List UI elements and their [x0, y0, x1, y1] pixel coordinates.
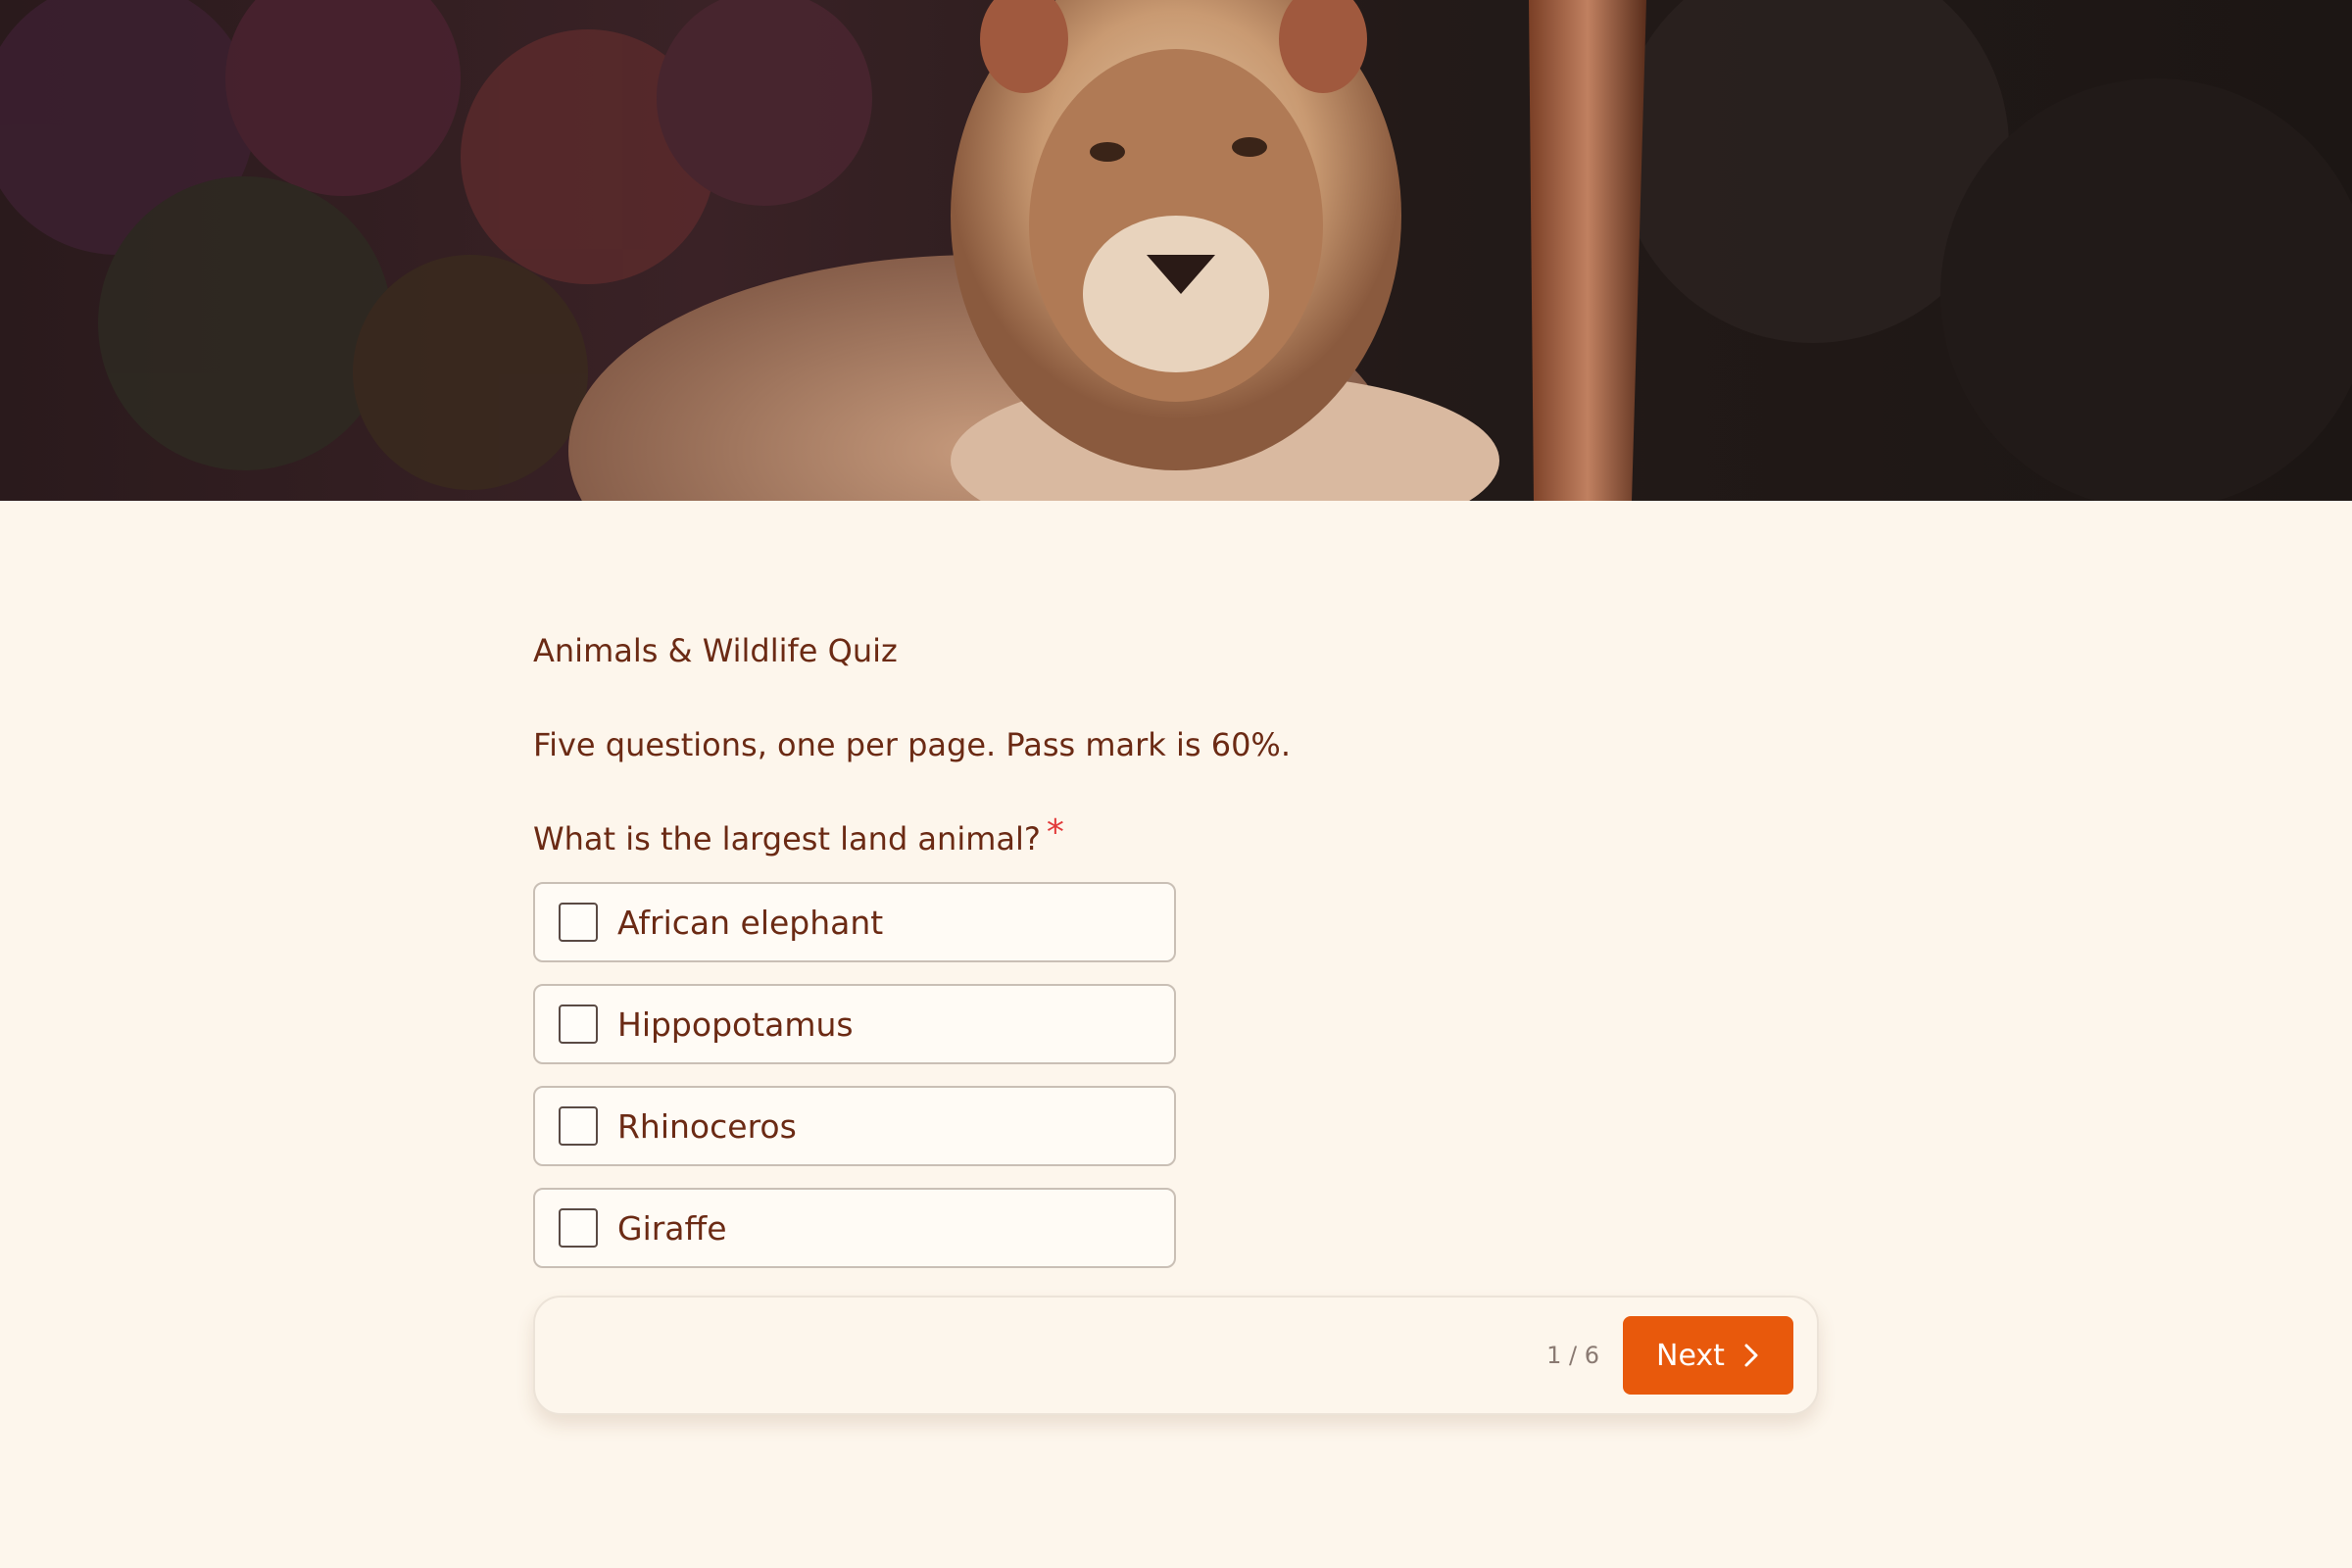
- option-label: Hippopotamus: [617, 1004, 854, 1044]
- option-rhinoceros[interactable]: Rhinoceros: [533, 1086, 1176, 1166]
- hero-banner: [0, 0, 2352, 501]
- next-button-label: Next: [1656, 1338, 1725, 1373]
- checkbox[interactable]: [559, 1208, 598, 1248]
- option-label: Giraffe: [617, 1208, 727, 1248]
- form-description: Five questions, one per page. Pass mark …: [533, 726, 1291, 763]
- page-counter: 1 / 6: [1546, 1342, 1599, 1369]
- checkbox[interactable]: [559, 1004, 598, 1044]
- answer-options: African elephant Hippopotamus Rhinoceros…: [533, 882, 1176, 1268]
- option-label: Rhinoceros: [617, 1106, 797, 1146]
- checkbox[interactable]: [559, 903, 598, 942]
- checkbox[interactable]: [559, 1106, 598, 1146]
- next-button[interactable]: Next: [1623, 1316, 1793, 1395]
- option-label: African elephant: [617, 903, 884, 942]
- option-african-elephant[interactable]: African elephant: [533, 882, 1176, 962]
- chevron-right-icon: [1742, 1343, 1760, 1368]
- option-hippopotamus[interactable]: Hippopotamus: [533, 984, 1176, 1064]
- navigation-bar: 1 / 6 Next: [533, 1296, 1819, 1415]
- lion-photo: [0, 0, 2352, 501]
- option-giraffe[interactable]: Giraffe: [533, 1188, 1176, 1268]
- question-text: What is the largest land animal?: [533, 820, 1041, 858]
- question-label: What is the largest land animal? *: [533, 815, 1819, 862]
- quiz-form: Animals & Wildlife Quiz Five questions, …: [533, 627, 1819, 1415]
- required-asterisk: *: [1046, 812, 1064, 853]
- form-title: Animals & Wildlife Quiz: [533, 632, 898, 669]
